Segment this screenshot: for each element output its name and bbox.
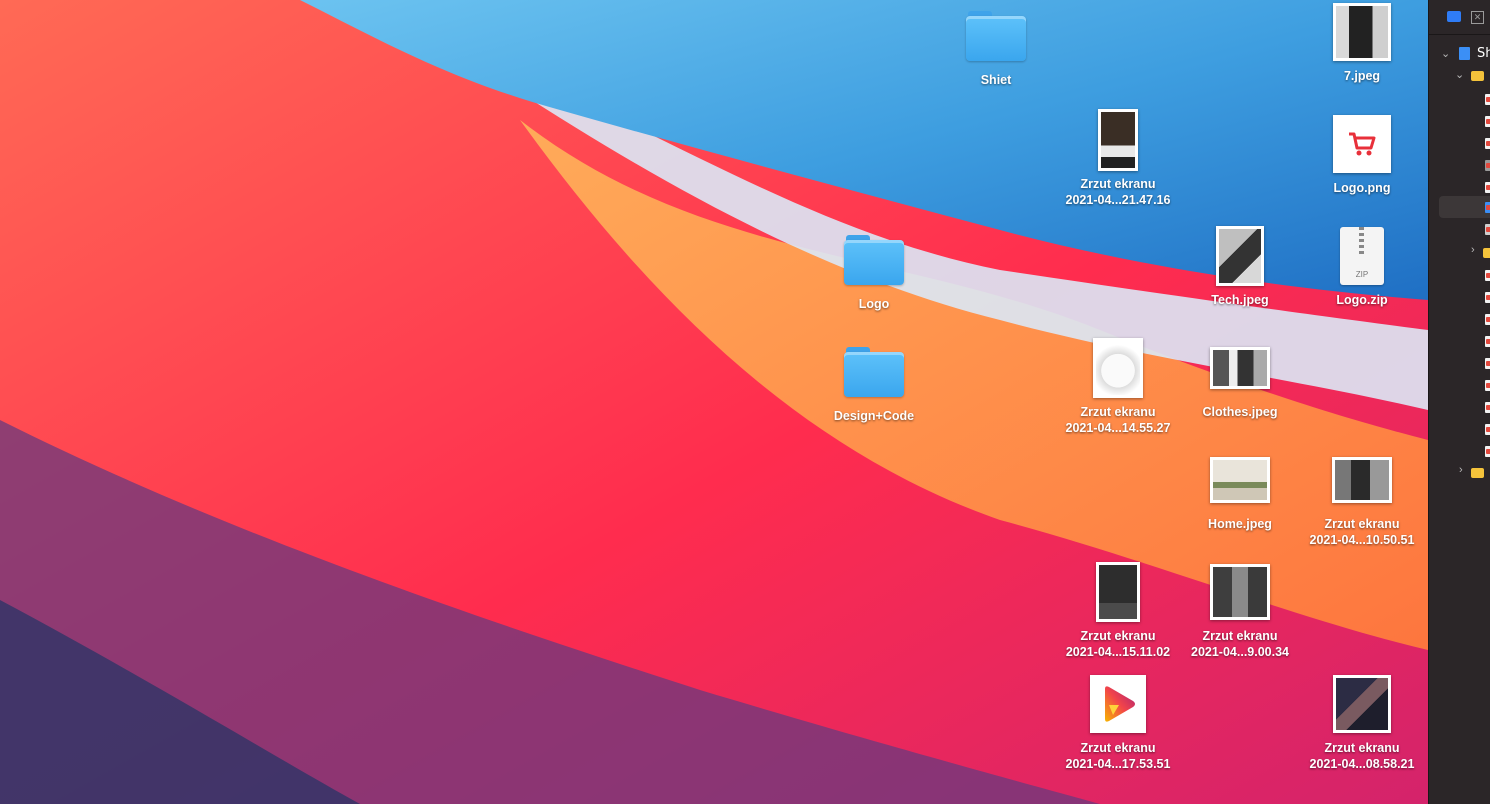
icon-label-line2: 2021-04...15.11.02 xyxy=(1065,645,1171,659)
chevron-down-icon[interactable]: ⌄ xyxy=(1455,68,1464,81)
icon-label: Design+Code xyxy=(833,409,915,423)
file-icon[interactable] xyxy=(1485,138,1490,149)
chevron-right-icon[interactable]: › xyxy=(1459,464,1463,476)
file-icon[interactable] xyxy=(1485,160,1490,171)
image-thumbnail xyxy=(1332,457,1392,503)
icon-label: Logo xyxy=(858,297,890,311)
icon-label: Shiet xyxy=(980,73,1012,87)
file-icon[interactable] xyxy=(1485,292,1490,303)
cart-icon xyxy=(1333,115,1391,173)
file-icon[interactable] xyxy=(1485,224,1490,235)
icon-label-line2: 2021-04...14.55.27 xyxy=(1065,421,1171,435)
file-icon-7-jpeg[interactable]: 7.jpeg xyxy=(1302,0,1422,84)
file-icon-home-jpeg[interactable]: Home.jpeg xyxy=(1180,448,1300,532)
file-icon-clothes-jpeg[interactable]: Clothes.jpeg xyxy=(1180,336,1300,420)
file-icon-logo-zip[interactable]: ZIP Logo.zip xyxy=(1302,224,1422,308)
file-icon[interactable] xyxy=(1485,94,1490,105)
file-icon-screenshot-145527[interactable]: Zrzut ekranu 2021-04...14.55.27 xyxy=(1058,336,1178,436)
image-thumbnail xyxy=(1333,3,1391,61)
file-icon[interactable] xyxy=(1485,402,1490,413)
file-icon-screenshot-085821[interactable]: Zrzut ekranu 2021-04...08.58.21 xyxy=(1302,672,1422,772)
icon-label-line2: 2021-04...9.00.34 xyxy=(1191,645,1289,659)
project-file-icon xyxy=(1459,47,1470,60)
zip-icon: ZIP xyxy=(1340,227,1384,285)
image-thumbnail xyxy=(1210,347,1270,389)
folder-icon[interactable] xyxy=(1471,71,1484,81)
file-icon[interactable] xyxy=(1485,380,1490,391)
icon-label-line1: Zrzut ekranu xyxy=(1080,741,1156,755)
project-navigator-sidebar: ✕ ⌄ Sh ⌄ › › xyxy=(1428,0,1490,804)
image-thumbnail xyxy=(1098,109,1138,171)
folder-icon-design-code[interactable]: Design+Code xyxy=(814,340,934,424)
icon-label-line2: 2021-04...08.58.21 xyxy=(1309,757,1415,771)
icon-label-line1: Zrzut ekranu xyxy=(1080,405,1156,419)
file-icon[interactable] xyxy=(1485,446,1490,457)
icon-label: Clothes.jpeg xyxy=(1202,405,1278,419)
image-thumbnail xyxy=(1096,562,1140,622)
file-icon-screenshot-151102[interactable]: Zrzut ekranu 2021-04...15.11.02 xyxy=(1058,560,1178,660)
icon-label: Home.jpeg xyxy=(1208,517,1272,531)
icon-label-line2: 2021-04...21.47.16 xyxy=(1065,193,1171,207)
file-icon[interactable] xyxy=(1485,270,1490,281)
image-thumbnail xyxy=(1093,338,1143,398)
chevron-down-icon[interactable]: ⌄ xyxy=(1441,47,1450,60)
file-icon[interactable] xyxy=(1485,314,1490,325)
icon-label: Tech.jpeg xyxy=(1211,293,1269,307)
icon-label-line1: Zrzut ekranu xyxy=(1324,741,1400,755)
icon-label: Logo.png xyxy=(1333,181,1391,195)
file-icon[interactable] xyxy=(1485,182,1490,193)
image-thumbnail xyxy=(1210,457,1270,503)
file-icon-screenshot-105051[interactable]: Zrzut ekranu 2021-04...10.50.51 xyxy=(1302,448,1422,548)
file-icon-screenshot-90034[interactable]: Zrzut ekranu 2021-04...9.00.34 xyxy=(1180,560,1300,660)
file-icon-screenshot-214716[interactable]: Zrzut ekranu 2021-04...21.47.16 xyxy=(1058,108,1178,208)
close-icon[interactable]: ✕ xyxy=(1471,11,1484,24)
folder-icon-logo[interactable]: Logo xyxy=(814,228,934,312)
folder-icon[interactable] xyxy=(1447,11,1461,22)
folder-icon[interactable] xyxy=(1471,468,1484,478)
folder-icon xyxy=(844,235,904,285)
file-icon[interactable] xyxy=(1485,358,1490,369)
icon-label-line1: Zrzut ekranu xyxy=(1324,517,1400,531)
icon-label-line2: 2021-04...10.50.51 xyxy=(1309,533,1415,547)
selected-row[interactable] xyxy=(1439,196,1490,218)
icon-label-line1: Zrzut ekranu xyxy=(1080,177,1156,191)
folder-icon xyxy=(966,11,1026,61)
chevron-right-icon[interactable]: › xyxy=(1471,244,1475,256)
image-thumbnail xyxy=(1333,675,1391,733)
file-icon[interactable] xyxy=(1485,202,1490,213)
play-logo-icon xyxy=(1090,675,1146,733)
project-title: Sh xyxy=(1477,46,1490,61)
file-icon[interactable] xyxy=(1485,116,1490,127)
icon-label: Logo.zip xyxy=(1336,293,1388,307)
folder-icon[interactable] xyxy=(1483,248,1490,258)
file-icon[interactable] xyxy=(1485,336,1490,347)
icon-label-line2: 2021-04...17.53.51 xyxy=(1065,757,1171,771)
file-icon[interactable] xyxy=(1485,424,1490,435)
image-thumbnail xyxy=(1210,564,1270,620)
file-icon-logo-png[interactable]: Logo.png xyxy=(1302,112,1422,196)
navigator-toolbar: ✕ xyxy=(1429,0,1490,35)
folder-icon xyxy=(844,347,904,397)
icon-label: 7.jpeg xyxy=(1343,69,1381,83)
file-icon-tech-jpeg[interactable]: Tech.jpeg xyxy=(1180,224,1300,308)
icon-label-line1: Zrzut ekranu xyxy=(1080,629,1156,643)
icon-label-line1: Zrzut ekranu xyxy=(1202,629,1278,643)
folder-icon-shiet[interactable]: Shiet xyxy=(936,4,1056,88)
file-icon-screenshot-175351[interactable]: Zrzut ekranu 2021-04...17.53.51 xyxy=(1058,672,1178,772)
image-thumbnail xyxy=(1216,226,1264,286)
